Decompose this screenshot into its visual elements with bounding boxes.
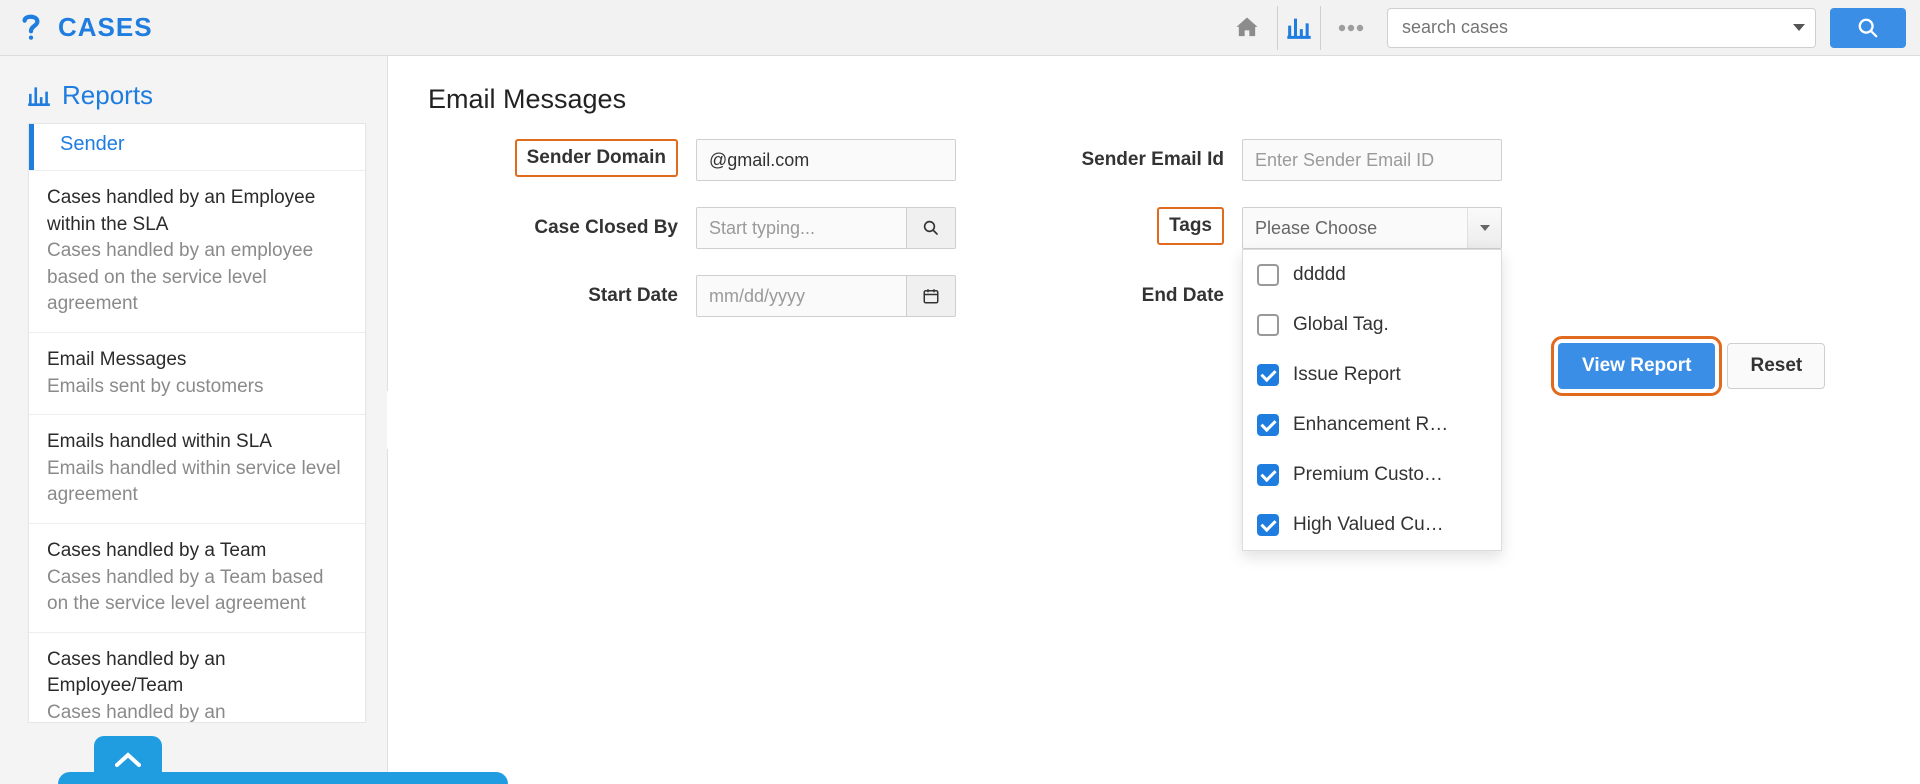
tag-option[interactable]: Global Tag. (1243, 300, 1501, 350)
search-dropdown-toggle[interactable] (1782, 8, 1816, 48)
sidebar-report-item[interactable]: Emails handled within SLAEmails handled … (29, 414, 365, 523)
tag-checkbox[interactable] (1257, 314, 1279, 336)
page-title: Email Messages (428, 84, 1880, 115)
actions-row: View Report Reset (1558, 343, 1880, 389)
tags-dropdown: ddddd Global Tag. Issue Report Enhancement … (1242, 249, 1502, 551)
chevron-down-icon (1467, 208, 1501, 248)
tag-option-label: Premium Custo… (1293, 464, 1443, 486)
search-input[interactable] (1387, 8, 1782, 48)
charts-icon[interactable] (1277, 6, 1321, 50)
sender-domain-input[interactable] (696, 139, 956, 181)
home-icon[interactable] (1225, 6, 1269, 50)
sidebar-report-item[interactable]: Cases handled by an Employee within the … (29, 170, 365, 332)
tags-multiselect: Please Choose dddddGlobal Tag.Issue Repo… (1242, 207, 1502, 249)
reports-heading-text: Reports (62, 80, 153, 111)
search-wrap (1387, 8, 1906, 48)
sidebar-report-item[interactable]: Cases handled by a TeamCases handled by … (29, 523, 365, 632)
label-tags: Tags (1157, 207, 1224, 245)
sidebar-partial-label: Sender (60, 133, 125, 155)
tag-option[interactable]: Premium Custo… (1243, 450, 1501, 500)
sidebar-item-partial[interactable]: Sender (29, 124, 365, 170)
case-closed-by-input[interactable] (696, 207, 906, 249)
sidebar-report-item[interactable]: Email MessagesEmails sent by customers (29, 332, 365, 414)
label-sender-email: Sender Email Id (974, 139, 1224, 171)
report-item-desc: Emails handled within service level agre… (47, 456, 347, 509)
tag-checkbox[interactable] (1257, 364, 1279, 386)
tag-checkbox[interactable] (1257, 514, 1279, 536)
label-start-date: Start Date (428, 275, 678, 307)
label-sender-domain: Sender Domain (515, 139, 678, 177)
tag-option[interactable]: Issue Report (1243, 350, 1501, 400)
report-item-title: Emails handled within SLA (47, 429, 347, 456)
start-date-input[interactable] (696, 275, 906, 317)
tag-option[interactable]: Enhancement R… (1243, 400, 1501, 450)
report-item-title: Cases handled by a Team (47, 538, 347, 565)
report-item-desc: Cases handled by an employee based on th… (47, 238, 347, 318)
tag-checkbox[interactable] (1257, 464, 1279, 486)
report-item-title: Cases handled by an Employee/Team (47, 647, 347, 700)
search-button[interactable] (1830, 8, 1906, 48)
tag-option-label: High Valued Cu… (1293, 514, 1444, 536)
case-closed-by-search-icon[interactable] (906, 207, 956, 249)
filter-form: Sender Domain Sender Email Id Case Close… (428, 139, 1880, 317)
tag-option[interactable]: High Valued Cu… (1243, 500, 1501, 550)
tag-option-label: Enhancement R… (1293, 414, 1448, 436)
scroll-to-top-button[interactable] (94, 736, 162, 784)
reports-heading: Reports (20, 72, 387, 123)
report-item-desc: Cases handled by a Team based on the ser… (47, 565, 347, 618)
tag-option-label: Issue Report (1293, 364, 1401, 386)
brand-name: CASES (58, 12, 153, 43)
label-end-date: End Date (974, 275, 1224, 307)
report-item-title: Cases handled by an Employee within the … (47, 185, 347, 238)
more-icon[interactable] (1329, 6, 1373, 50)
sidebar: Reports Sender Cases handled by an Emplo… (0, 56, 388, 784)
tag-option-label: Global Tag. (1293, 314, 1389, 336)
calendar-icon[interactable] (906, 275, 956, 317)
tag-option-label: ddddd (1293, 264, 1346, 286)
report-item-title: Email Messages (47, 347, 347, 374)
report-list[interactable]: Sender Cases handled by an Employee with… (28, 123, 366, 723)
topbar: CASES (0, 0, 1920, 56)
tags-placeholder: Please Choose (1255, 218, 1377, 239)
sidebar-report-item[interactable]: Cases handled by an Employee/TeamCases h… (29, 632, 365, 723)
reset-button[interactable]: Reset (1727, 343, 1825, 389)
report-item-desc: Emails sent by customers (47, 374, 347, 401)
main-panel: Email Messages Sender Domain Sender Emai… (388, 56, 1920, 784)
view-report-button[interactable]: View Report (1558, 343, 1715, 389)
label-case-closed-by: Case Closed By (428, 207, 678, 239)
report-item-desc: Cases handled by an (47, 700, 347, 723)
tags-select-toggle[interactable]: Please Choose (1242, 207, 1502, 249)
logo-icon (14, 11, 48, 45)
tag-option[interactable]: ddddd (1243, 250, 1501, 300)
sender-email-input[interactable] (1242, 139, 1502, 181)
tag-checkbox[interactable] (1257, 414, 1279, 436)
tag-checkbox[interactable] (1257, 264, 1279, 286)
